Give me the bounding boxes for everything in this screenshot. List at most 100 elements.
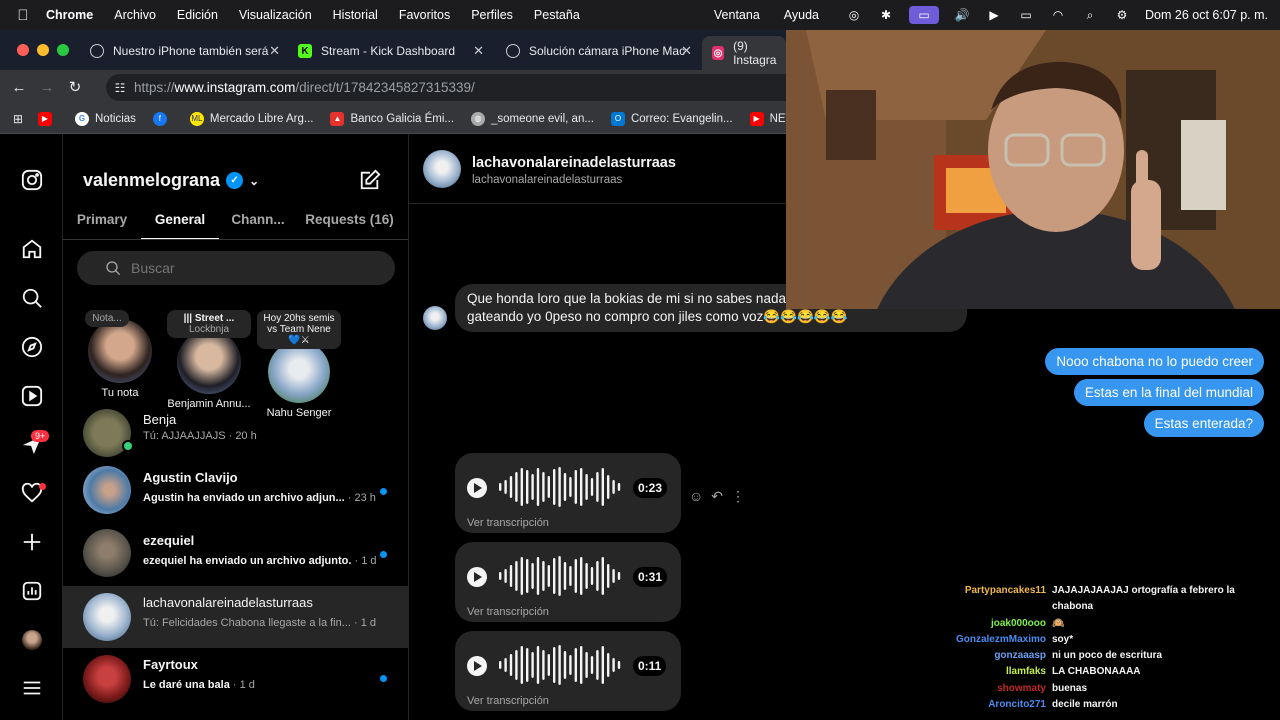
close-tab-icon[interactable]: ✕ — [681, 43, 692, 59]
search-box[interactable] — [77, 251, 395, 285]
thread-agustin[interactable]: Agustin Clavijo Agustin ha enviado un ar… — [63, 461, 408, 523]
creative-cloud-icon[interactable]: ◎ — [845, 8, 863, 22]
close-tab-icon[interactable]: ✕ — [473, 43, 484, 59]
react-icon[interactable]: ☺ — [689, 488, 703, 505]
wifi-icon[interactable]: ◠ — [1049, 8, 1067, 22]
gear-icon[interactable]: ✱ — [877, 8, 895, 22]
menu-historial[interactable]: Historial — [333, 8, 378, 22]
more-icon[interactable]: ⋮ — [731, 488, 745, 505]
menu-icon[interactable] — [19, 675, 45, 701]
play-icon[interactable] — [467, 478, 487, 498]
apps-grid-icon[interactable]: ⊞ — [4, 112, 32, 126]
avatar[interactable] — [423, 150, 461, 188]
waveform-bar — [509, 476, 513, 498]
profile-avatar-icon[interactable] — [19, 627, 45, 653]
search-icon[interactable]: ⌕ — [1081, 8, 1099, 22]
tab-requests[interactable]: Requests (16) — [297, 206, 402, 239]
volume-icon[interactable]: 🔊 — [953, 8, 971, 22]
thread-benja[interactable]: Benja Tú: AJJAAJJAJS · 20 h — [63, 404, 408, 457]
dashboard-icon[interactable] — [19, 578, 45, 604]
verified-badge-icon: ✓ — [226, 172, 244, 189]
preview-time: · 1 d — [354, 555, 377, 567]
voice-duration: 0:11 — [633, 656, 667, 676]
voice-message[interactable]: 0:23 Ver transcripción — [455, 453, 681, 533]
bookmark-galicia[interactable]: ▲ Banco Galicia Émi... — [330, 111, 454, 126]
menu-archivo[interactable]: Archivo — [114, 8, 156, 22]
tab-instagram-active[interactable]: ◎ (9) Instagra — [702, 36, 786, 70]
reload-icon[interactable]: ↻ — [61, 78, 89, 96]
thread-lachavona[interactable]: lachavonalareinadelasturraas Tú: Felicid… — [63, 586, 408, 648]
search-icon[interactable] — [19, 285, 45, 311]
sender-avatar[interactable] — [423, 306, 447, 330]
menubar-datetime[interactable]: Dom 26 oct 6:07 p. m. — [1145, 8, 1268, 22]
screen-mirroring-icon[interactable]: ▭ — [909, 6, 940, 24]
bookmark-noticias[interactable]: G Noticias — [75, 111, 136, 126]
waveform-bar — [601, 646, 604, 684]
menu-ayuda[interactable]: Ayuda — [784, 8, 819, 22]
note-benjamin[interactable]: ||| Street ... Lockbnja Benjamin Annu... — [167, 310, 251, 410]
outgoing-message[interactable]: Estas enterada? — [1143, 410, 1264, 437]
minimize-window-button[interactable] — [37, 44, 49, 56]
new-message-icon[interactable] — [359, 169, 381, 191]
menu-visualizacion[interactable]: Visualización — [239, 8, 312, 22]
bookmark-youtube[interactable]: ▶ — [38, 111, 58, 126]
play-icon[interactable] — [467, 567, 487, 587]
tab-general[interactable]: General — [141, 206, 219, 239]
menu-favoritos[interactable]: Favoritos — [399, 8, 450, 22]
explore-icon[interactable] — [19, 334, 45, 360]
tab-primary[interactable]: Primary — [63, 206, 141, 239]
thread-ezequiel[interactable]: ezequiel ezequiel ha enviado un archivo … — [63, 524, 408, 586]
menu-ventana[interactable]: Ventana — [714, 8, 760, 22]
bookmark-facebook[interactable]: f — [152, 111, 173, 126]
waveform-bar — [617, 572, 621, 580]
forward-icon[interactable]: → — [33, 79, 61, 96]
apple-icon[interactable]:  — [0, 7, 46, 24]
account-switcher[interactable]: valenmelograna ✓ ⌄ — [83, 170, 259, 191]
outgoing-message[interactable]: Estas en la final del mundial — [1073, 379, 1264, 406]
menu-pestana[interactable]: Pestaña — [534, 8, 580, 22]
conversation-name[interactable]: lachavonalareinadelasturraas — [472, 155, 676, 171]
bookmark-correo[interactable]: O Correo: Evangelin... — [610, 111, 733, 126]
view-transcript-link[interactable]: Ver transcripción — [467, 606, 549, 618]
reply-icon[interactable]: ↶ — [711, 488, 723, 505]
home-icon[interactable] — [19, 236, 45, 262]
address-bar[interactable]: ☷ https://www.instagram.com/direct/t/178… — [106, 74, 806, 101]
bookmark-label: Noticias — [95, 112, 136, 125]
view-transcript-link[interactable]: Ver transcripción — [467, 517, 549, 529]
tab-channels[interactable]: Chann... — [219, 206, 297, 239]
waveform-bar — [515, 472, 518, 502]
note-nahu[interactable]: Hoy 20hs semis vs Team Nene💙⚔ Nahu Senge… — [257, 310, 341, 419]
instagram-logo-icon[interactable] — [19, 167, 45, 193]
search-input[interactable] — [131, 260, 381, 276]
close-window-button[interactable] — [17, 44, 29, 56]
outgoing-message[interactable]: Nooo chabona no lo puedo creer — [1045, 348, 1264, 375]
voice-message[interactable]: 0:11 Ver transcripción — [455, 631, 681, 711]
tab-kick-dashboard[interactable]: K Stream - Kick Dashboard ✕ — [288, 38, 492, 64]
view-transcript-link[interactable]: Ver transcripción — [467, 695, 549, 707]
menu-perfiles[interactable]: Perfiles — [471, 8, 513, 22]
thread-fayrtoux[interactable]: Fayrtoux Le daré una bala · 1 d — [63, 648, 408, 710]
menu-edicion[interactable]: Edición — [177, 8, 218, 22]
bookmark-mercadolibre[interactable]: ML Mercado Libre Arg... — [189, 111, 313, 126]
bookmark-someone-evil[interactable]: ◍ _someone evil, an... — [471, 111, 594, 126]
play-icon[interactable]: ▶ — [985, 8, 1003, 22]
site-info-icon[interactable]: ☷ — [106, 81, 134, 95]
battery-icon[interactable]: ▭ — [1017, 8, 1035, 22]
zoom-window-button[interactable] — [57, 44, 69, 56]
back-icon[interactable]: ← — [5, 79, 33, 96]
chat-user: gonzaaasp — [994, 650, 1046, 662]
chat-line: showmaty buenas — [940, 681, 1280, 697]
facebook-icon: f — [152, 111, 167, 126]
reels-icon[interactable] — [19, 383, 45, 409]
menu-app[interactable]: Chrome — [46, 8, 93, 22]
create-icon[interactable] — [19, 529, 45, 555]
play-icon[interactable] — [467, 656, 487, 676]
tab-instagram-iphone[interactable]: Nuestro iPhone también será ✕ — [80, 38, 288, 64]
waveform-bar — [607, 475, 610, 499]
unread-dot — [380, 551, 387, 558]
close-tab-icon[interactable]: ✕ — [269, 43, 280, 59]
control-center-icon[interactable]: ⚙ — [1113, 8, 1131, 22]
voice-message[interactable]: 0:31 Ver transcripción — [455, 542, 681, 622]
note-own[interactable]: Nota... Tu nota — [85, 310, 155, 399]
tab-camara-iphone[interactable]: Solución cámara iPhone Mac ✕ — [496, 38, 700, 64]
